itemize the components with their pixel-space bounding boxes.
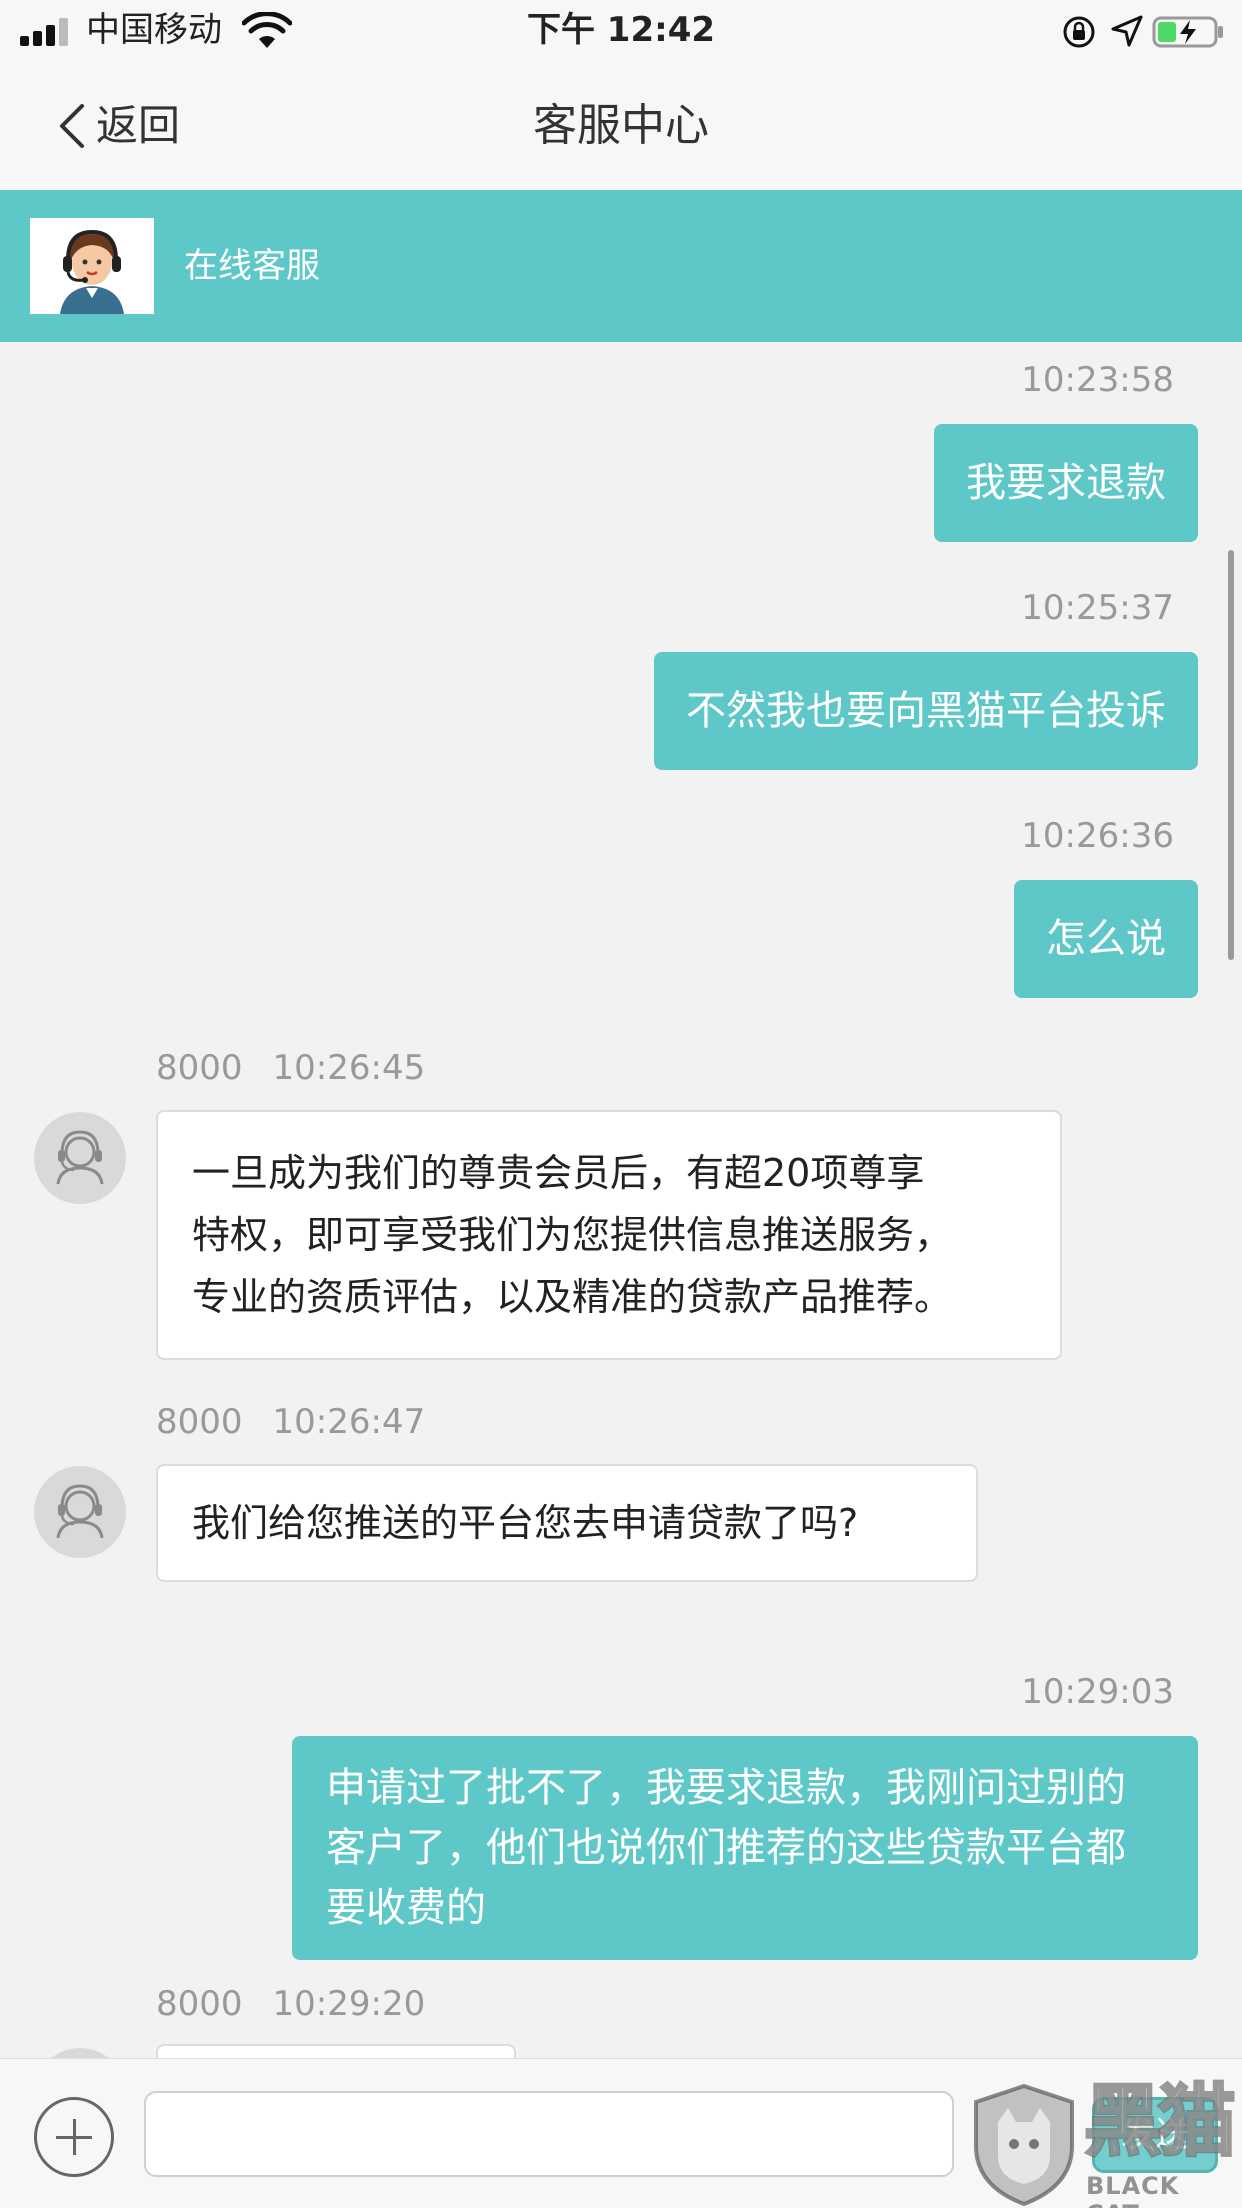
message-line: 专业的资质评估，以及精准的贷款产品推荐。 [192, 1275, 953, 1319]
sent-message-bubble[interactable]: 申请过了批不了，我要求退款，我刚问过别的 客户了，他们也说你们推荐的这些贷款平台… [292, 1736, 1198, 1960]
message-meta: 8000 10:29:20 [156, 1982, 425, 2026]
support-agent-icon [30, 218, 154, 314]
agent-name: 在线客服 [184, 246, 320, 286]
headset-user-icon [34, 2048, 126, 2058]
message-timestamp: 10:29:20 [272, 1984, 426, 2024]
message-timestamp: 10:25:37 [1021, 588, 1174, 628]
message-line: 申请过了批不了，我要求退款，我刚问过别的 [326, 1765, 1126, 1811]
navigation-bar: 返回 客服中心 [0, 62, 1242, 190]
message-timestamp: 10:26:47 [272, 1402, 426, 1442]
rotation-lock-icon [1063, 16, 1095, 48]
message-timestamp: 10:23:58 [1021, 360, 1174, 400]
message-meta: 8000 10:26:45 [156, 1046, 425, 1090]
received-message-bubble[interactable]: 一旦成为我们的尊贵会员后，有超20项尊享 特权，即可享受我们为您提供信息推送服务… [156, 1110, 1062, 1360]
message-timestamp: 10:26:36 [1021, 816, 1174, 856]
sent-message-bubble[interactable]: 不然我也要向黑猫平台投诉 [654, 652, 1198, 770]
message-line: 一旦成为我们的尊贵会员后，有超20项尊享 [192, 1151, 925, 1195]
message-input[interactable] [144, 2091, 954, 2177]
chat-scrollbar[interactable] [1228, 550, 1234, 960]
watermark-text-cn: 黑猫 [1083, 2077, 1238, 2167]
headset-user-icon [34, 1112, 126, 1204]
message-line: 要收费的 [326, 1885, 486, 1931]
headset-user-icon [34, 1466, 126, 1558]
message-line: 客户了，他们也说你们推荐的这些贷款平台都 [326, 1825, 1126, 1871]
battery-charging-icon [1152, 16, 1223, 48]
page-title: 客服中心 [533, 100, 709, 151]
received-message-bubble[interactable] [156, 2044, 516, 2058]
watermark: 黑猫 BLACK CAT [964, 2077, 1242, 2208]
watermark-text-en: BLACK CAT [1086, 2172, 1180, 2208]
chat-area[interactable]: 10:23:58 我要求退款 10:25:37 不然我也要向黑猫平台投诉 10:… [0, 342, 1242, 2058]
sent-message-bubble[interactable]: 怎么说 [1014, 880, 1198, 998]
message-meta: 8000 10:26:47 [156, 1400, 425, 1444]
sender-id: 8000 [156, 1048, 243, 1088]
sender-id: 8000 [156, 1984, 243, 2024]
status-bar: 中国移动 下午 12:42 [0, 0, 1242, 62]
status-time: 下午 12:42 [526, 10, 716, 50]
black-cat-logo-icon [974, 2083, 1074, 2207]
sent-message-bubble[interactable]: 我要求退款 [934, 424, 1198, 542]
message-timestamp: 10:26:45 [272, 1048, 426, 1088]
message-timestamp: 10:29:03 [1021, 1672, 1174, 1712]
agent-header: 在线客服 [0, 190, 1242, 342]
received-message-bubble[interactable]: 我们给您推送的平台您去申请贷款了吗? [156, 1464, 978, 1582]
plus-circle-icon[interactable] [34, 2097, 114, 2177]
message-line: 特权，即可享受我们为您提供信息推送服务， [192, 1213, 953, 1257]
location-arrow-icon [1111, 15, 1143, 47]
sender-id: 8000 [156, 1402, 243, 1442]
